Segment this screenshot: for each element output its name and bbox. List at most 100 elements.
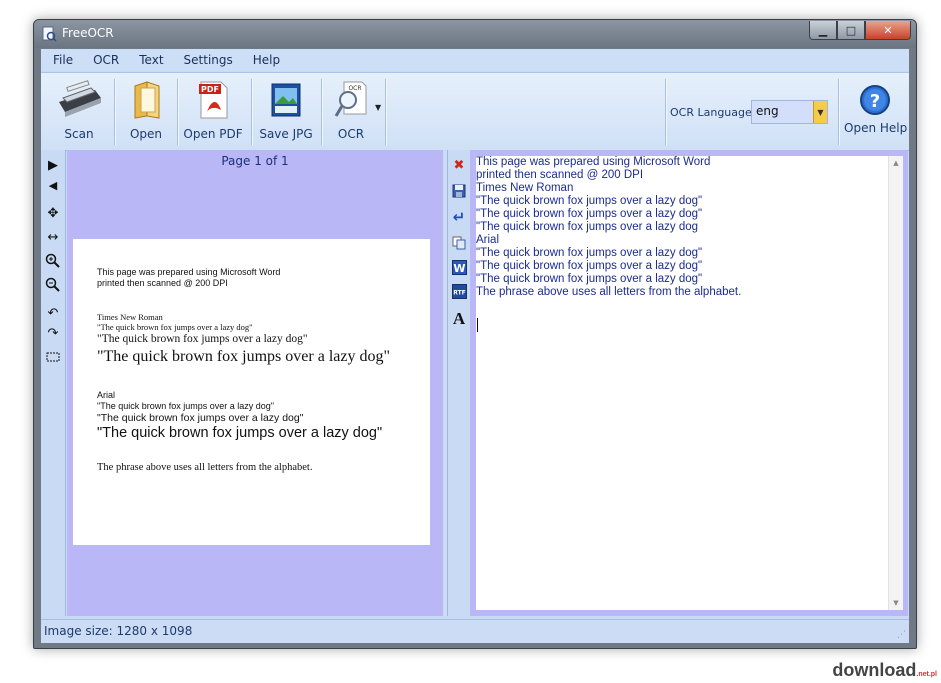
ocr-text-line: "The quick brown fox jumps over a lazy d… (476, 208, 703, 220)
open-pdf-button[interactable]: PDF Open PDF (183, 77, 243, 145)
doc-line: Times New Roman (97, 312, 163, 322)
app-window: FreeOCR ▁ □ ✕ File OCR Text Settings Hel… (33, 19, 917, 649)
copy-icon[interactable] (450, 234, 468, 252)
watermark-suffix: .net.pl (916, 671, 937, 678)
help-icon: ? (860, 85, 890, 115)
scroll-up-icon[interactable]: ▲ (889, 156, 903, 170)
image-size-status: Image size: 1280 x 1098 (44, 624, 193, 638)
image-tools: ▶ ◀ ✥ ↔ ↶ ↷ (41, 150, 66, 616)
ocr-label: OCR (337, 127, 365, 141)
menu-help[interactable]: Help (245, 53, 288, 67)
ocr-text-content: This page was prepared using Microsoft W… (476, 156, 741, 299)
doc-line: "The quick brown fox jumps over a lazy d… (97, 322, 253, 332)
svg-text:W: W (453, 262, 465, 275)
toolbar: Scan Open PDF Open PDF Save JPG OCR OCR … (41, 72, 909, 151)
open-label: Open (129, 127, 163, 141)
status-bar: Image size: 1280 x 1098 ⋰ (41, 619, 909, 643)
window-title: FreeOCR (62, 26, 114, 40)
fit-width-icon[interactable]: ↔ (44, 228, 62, 246)
open-pdf-label: Open PDF (183, 127, 243, 141)
save-jpg-label: Save JPG (259, 127, 313, 141)
menu-text[interactable]: Text (131, 53, 171, 67)
client-area: File OCR Text Settings Help Scan Open PD… (41, 49, 909, 643)
open-button[interactable]: Open (122, 77, 170, 145)
scan-label: Scan (64, 127, 94, 141)
text-tools: ✖ ↵ W RTF A (447, 150, 471, 616)
svg-text:PDF: PDF (201, 85, 219, 94)
scanner-icon (59, 80, 101, 117)
menu-settings[interactable]: Settings (176, 53, 241, 67)
doc-line: Arial (97, 390, 116, 400)
ocr-text-line: Times New Roman (476, 182, 574, 194)
maximize-icon: □ (845, 23, 857, 37)
close-button[interactable]: ✕ (865, 21, 911, 40)
svg-text:?: ? (870, 91, 880, 112)
previous-page-icon[interactable]: ◀ (44, 176, 62, 194)
scroll-down-icon[interactable]: ▼ (889, 596, 903, 610)
ocr-button[interactable]: OCR OCR (327, 77, 375, 145)
doc-line: "The quick brown fox jumps over a lazy d… (97, 425, 383, 441)
close-icon: ✕ (883, 23, 893, 37)
ocr-language-select[interactable]: eng ▼ (751, 100, 828, 124)
pdf-icon: PDF (199, 81, 228, 119)
ocr-text-line: The phrase above uses all letters from t… (476, 286, 742, 298)
resize-grip-icon[interactable]: ⋰ (897, 630, 906, 640)
folder-icon (134, 81, 160, 119)
ocr-language-label: OCR Language: (670, 106, 756, 119)
next-page-icon[interactable]: ▶ (44, 156, 62, 174)
doc-line: printed then scanned @ 200 DPI (97, 278, 228, 288)
ocr-text-line: "The quick brown fox jumps over a lazy d… (476, 221, 699, 233)
svg-text:RTF: RTF (453, 289, 466, 296)
export-word-icon[interactable]: W (450, 258, 468, 276)
doc-line: "The quick brown fox jumps over a lazy d… (97, 348, 390, 365)
ocr-language-value: eng (756, 104, 779, 118)
chevron-down-icon[interactable]: ▼ (813, 101, 827, 123)
ocr-text-line: Arial (476, 234, 500, 246)
app-icon (42, 26, 57, 42)
save-jpg-button[interactable]: Save JPG (258, 77, 314, 145)
select-region-icon[interactable] (44, 348, 62, 366)
clear-text-icon[interactable]: ✖ (450, 156, 468, 174)
menu-ocr[interactable]: OCR (85, 53, 127, 67)
scan-button[interactable]: Scan (51, 77, 107, 145)
doc-line: "The quick brown fox jumps over a lazy d… (97, 333, 308, 345)
ocr-text-line: "The quick brown fox jumps over a lazy d… (476, 260, 703, 272)
svg-text:OCR: OCR (348, 85, 361, 92)
font-icon[interactable]: A (450, 309, 468, 328)
open-help-button[interactable]: ? Open Help (844, 77, 908, 145)
rotate-left-icon[interactable]: ↶ (44, 304, 62, 322)
text-caret (477, 318, 478, 332)
zoom-out-icon[interactable] (44, 276, 62, 294)
rotate-right-icon[interactable]: ↷ (44, 324, 62, 342)
minimize-button[interactable]: ▁ (809, 21, 837, 40)
menu-bar: File OCR Text Settings Help (41, 49, 909, 71)
image-pane[interactable]: Page 1 of 1 This page was prepared using… (67, 150, 443, 616)
vertical-scrollbar[interactable]: ▲ ▼ (888, 156, 903, 610)
open-help-label: Open Help (844, 121, 908, 135)
doc-line: This page was prepared using Microsoft W… (97, 267, 281, 277)
scanned-page[interactable]: This page was prepared using Microsoft W… (73, 239, 430, 545)
ocr-text-line: This page was prepared using Microsoft W… (476, 156, 711, 168)
ocr-dropdown-arrow-icon[interactable]: ▼ (375, 103, 381, 112)
title-bar[interactable]: FreeOCR ▁ □ ✕ (34, 20, 916, 48)
zoom-in-icon[interactable] (44, 252, 62, 270)
ocr-text-line: "The quick brown fox jumps over a lazy d… (476, 247, 703, 259)
page-indicator: Page 1 of 1 (221, 154, 289, 168)
watermark-brand: download (832, 660, 917, 680)
remove-line-breaks-icon[interactable]: ↵ (450, 208, 468, 226)
doc-line: "The quick brown fox jumps over a lazy d… (97, 401, 274, 411)
doc-line: The phrase above uses all letters from t… (97, 462, 313, 473)
image-icon (271, 83, 301, 117)
menu-file[interactable]: File (45, 53, 81, 67)
ocr-text-area[interactable]: This page was prepared using Microsoft W… (476, 156, 903, 610)
watermark-logo: download.net.pl (832, 660, 937, 681)
maximize-button[interactable]: □ (837, 21, 865, 40)
ocr-magnifier-icon: OCR (334, 81, 367, 117)
text-pane: This page was prepared using Microsoft W… (470, 150, 908, 616)
pan-icon[interactable]: ✥ (44, 204, 62, 222)
export-rtf-icon[interactable]: RTF (450, 282, 468, 300)
doc-line: "The quick brown fox jumps over a lazy d… (97, 412, 304, 424)
minimize-icon: ▁ (818, 23, 828, 37)
save-text-icon[interactable] (450, 182, 468, 200)
ocr-text-line: "The quick brown fox jumps over a lazy d… (476, 195, 703, 207)
